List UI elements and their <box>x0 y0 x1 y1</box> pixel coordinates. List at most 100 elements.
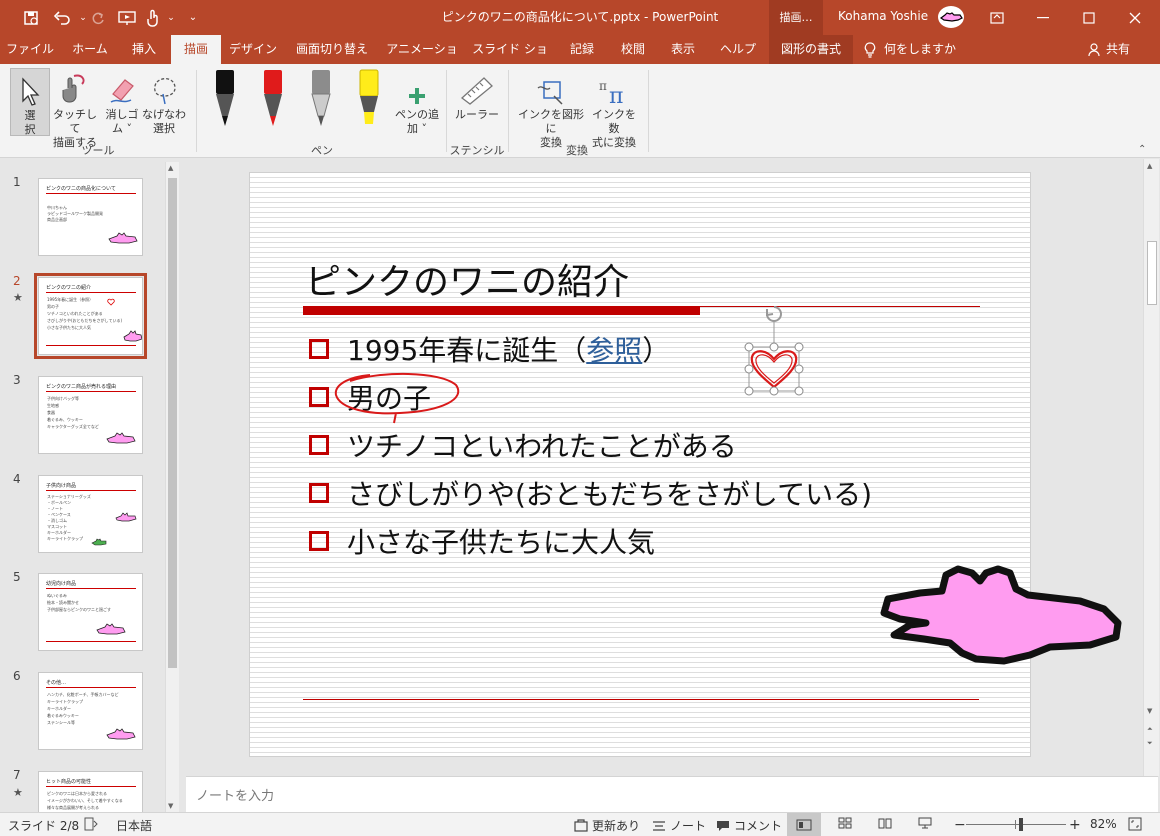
tab-view[interactable]: 表示 <box>660 35 706 64</box>
language-indicator[interactable]: 日本語 <box>116 817 152 834</box>
tab-help[interactable]: ヘルプ <box>712 35 764 64</box>
slide-thumbnail-5[interactable]: 幼児向け商品 ぬいぐるみ 絵本・読み聞かせ 子供部屋ならピンクのワニと過ごす <box>38 573 143 651</box>
ink-circle-annotation[interactable] <box>330 369 466 431</box>
undo-icon[interactable] <box>48 0 76 35</box>
slide-counter: スライド 2/8 <box>8 819 80 833</box>
add-pen-label-1: ペンの追 <box>395 108 439 121</box>
close-button[interactable] <box>1112 0 1158 35</box>
zoom-level[interactable]: 82% <box>1090 817 1117 831</box>
slideshow-button[interactable] <box>918 817 932 829</box>
thumb-line: ステンシール等 <box>47 720 75 725</box>
thumb-rule <box>46 292 136 293</box>
editor-scroll-thumb[interactable] <box>1147 241 1157 305</box>
thumb-line: 着ぐるみ、ウッキー <box>47 417 83 422</box>
tab-shape-format[interactable]: 図形の書式 <box>769 35 853 64</box>
scroll-up-icon[interactable]: ▲ <box>168 164 173 172</box>
thumb-title: ピンクのワニの商品化について <box>46 186 116 192</box>
collapse-ribbon-icon[interactable]: ⌃ <box>1138 144 1146 155</box>
ink-to-math-button[interactable]: ππ インクを数 式に変換 <box>588 68 640 150</box>
autosave-icon[interactable] <box>18 0 44 35</box>
accessibility-icon[interactable] <box>84 817 98 831</box>
reading-view-button[interactable] <box>878 817 892 829</box>
pink-crocodile-image[interactable] <box>880 565 1124 667</box>
touch-dropdown-icon[interactable]: ⌄ <box>164 0 178 35</box>
eraser-button[interactable]: 消しゴ ム ˅ <box>100 68 144 136</box>
customize-toolbar-icon[interactable]: ⌄ <box>184 0 202 35</box>
bullet-item-1[interactable]: 1995年春に誕生（ 参照 ） <box>309 329 670 369</box>
comments-toggle[interactable]: コメント <box>716 817 782 834</box>
scroll-up-icon[interactable]: ▲ <box>1147 162 1152 170</box>
touch-mode-icon[interactable] <box>142 0 164 35</box>
zoom-in-button[interactable]: + <box>1069 817 1081 833</box>
tab-draw[interactable]: 描画 <box>171 35 221 64</box>
zoom-slider[interactable] <box>966 818 1066 831</box>
bullet-box-icon <box>309 387 329 407</box>
tab-slideshow[interactable]: スライド ショー <box>468 35 552 85</box>
tell-me-search[interactable]: 何をしますか <box>864 35 960 64</box>
tab-review[interactable]: 校閲 <box>610 35 656 64</box>
pencil-gray[interactable] <box>306 68 336 132</box>
tab-record[interactable]: 記録 <box>558 35 606 64</box>
thumbnail-scrollbar[interactable]: ▲ ▼ <box>165 162 179 812</box>
ruler-button[interactable]: ルーラー <box>452 68 502 122</box>
bullet-item-4[interactable]: さびしがりや(おともだちをさがしている) <box>309 473 872 513</box>
pen-black[interactable] <box>210 68 240 132</box>
notes-pane[interactable]: ノートを入力 <box>186 776 1158 812</box>
thumb-title: その他… <box>46 680 67 686</box>
avatar[interactable] <box>938 6 964 28</box>
slide-thumbnail-3[interactable]: ピンクのワニ商品が売れる理由 子供向けバッグ等 生地感 食器 着ぐるみ、ウッキー… <box>38 376 143 454</box>
tab-file[interactable]: ファイル <box>4 35 56 64</box>
user-name[interactable]: Kohama Yoshie <box>838 0 928 35</box>
add-pen-button[interactable]: ペンの追 加 ˅ <box>392 68 442 136</box>
thumb-line: 食器 <box>47 410 55 415</box>
maximize-button[interactable] <box>1066 0 1112 35</box>
editor-scrollbar[interactable]: ▲ ▼ ⏶ ⏷ <box>1143 159 1159 776</box>
slide-thumbnail-7[interactable]: ヒット商品の可能性 ピンクのワニは日本から愛される イメージがかわいい、そして着… <box>38 771 143 813</box>
thumb-rule <box>46 193 136 194</box>
bullet-item-5[interactable]: 小さな子供たちに大人気 <box>309 521 655 561</box>
highlighter-yellow[interactable] <box>354 68 384 132</box>
updates-available[interactable]: 更新あり <box>574 817 640 834</box>
tab-animations[interactable]: アニメーション <box>382 35 462 85</box>
slide-thumbnail-6[interactable]: その他… ハンカチ、化粧ポーチ、手帳カバーなど キーライトクラップ キーホルダー… <box>38 672 143 750</box>
ink-to-shape-button[interactable]: インクを図形に 変換 <box>514 68 588 150</box>
zoom-out-button[interactable]: − <box>954 817 966 833</box>
fit-to-window-button[interactable] <box>1128 817 1142 831</box>
slide-sorter-button[interactable] <box>838 817 852 829</box>
slideshow-from-start-icon[interactable] <box>116 0 138 35</box>
share-button[interactable]: 共有 <box>1088 35 1148 64</box>
thumb-title: ヒット商品の可能性 <box>46 779 92 785</box>
reference-link[interactable]: 参照 <box>586 329 642 369</box>
scroll-down-icon[interactable]: ▼ <box>168 802 173 810</box>
zoom-slider-thumb[interactable] <box>1019 818 1023 831</box>
slide-title[interactable]: ピンクのワニの紹介 <box>305 253 629 305</box>
tab-transitions[interactable]: 画面切り替え <box>288 35 376 64</box>
slide-thumbnail-4[interactable]: 子供向け商品 ステーショナリーグッズ ・ボールペン ・ノート ・ペンケース ・消… <box>38 475 143 553</box>
redo-icon[interactable] <box>88 0 108 35</box>
slide-canvas[interactable]: ピンクのワニの紹介 1995年春に誕生（ 参照 ） 男の子 ツチノコといわれたこ… <box>249 172 1122 757</box>
scroll-down-icon[interactable]: ▼ <box>1147 707 1152 715</box>
pen-red[interactable] <box>258 68 288 132</box>
tab-home[interactable]: ホーム <box>62 35 118 64</box>
select-tool-button[interactable]: 選 択 <box>10 68 50 136</box>
thumbnail-scroll-thumb[interactable] <box>168 178 177 668</box>
thumb-line: 子供向けバッグ等 <box>47 396 79 401</box>
tab-design[interactable]: デザイン <box>224 35 282 64</box>
ink-to-shape-icon <box>514 68 588 106</box>
previous-slide-icon[interactable]: ⏶ <box>1147 725 1153 734</box>
ink-heart-shape[interactable] <box>740 303 810 397</box>
bullet-item-3[interactable]: ツチノコといわれたことがある <box>309 425 737 465</box>
touch-draw-button[interactable]: タッチして 描画する <box>52 68 98 150</box>
tab-insert[interactable]: 挿入 <box>120 35 168 64</box>
lasso-select-button[interactable]: なげなわ 選択 <box>142 68 186 136</box>
next-slide-icon[interactable]: ⏷ <box>1147 739 1153 748</box>
slide-thumbnail-1[interactable]: ピンクのワニの商品化について 中川ちゃん ラピッドゴールワーク製品開発 商品企画… <box>38 178 143 256</box>
ribbon-display-icon[interactable] <box>974 0 1020 35</box>
normal-view-button[interactable] <box>787 813 821 836</box>
notes-toggle[interactable]: ノート <box>652 817 706 834</box>
plus-icon <box>392 68 442 106</box>
slide-thumbnail-2[interactable]: ピンクのワニの紹介 1995年春に誕生（参照） 男の子 ツチノコといわれたことが… <box>34 273 147 359</box>
context-tab-label: 描画… <box>769 0 823 35</box>
thumb-croc-icon <box>108 232 138 244</box>
minimize-button[interactable] <box>1020 0 1066 35</box>
